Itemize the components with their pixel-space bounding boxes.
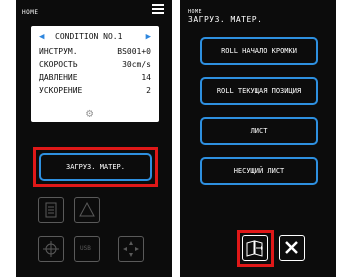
left-screen: HOME ◀ CONDITION NO.1 ▶ ИНСТРУМ. BS001+0… (16, 0, 172, 277)
right-screen: HOME ЗАГРУЗ. МАТЕР. ROLL НАЧАЛО КРОМКИ R… (180, 0, 336, 277)
move-arrows-icon[interactable] (118, 236, 144, 262)
origin-icon[interactable] (38, 236, 64, 262)
manual-book-icon[interactable] (242, 235, 268, 261)
roll-current-position-button[interactable]: ROLL ТЕКУЩАЯ ПОЗИЦИЯ (200, 77, 318, 105)
sheet-button[interactable]: ЛИСТ (200, 117, 318, 145)
condition-selector: ◀ CONDITION NO.1 ▶ (31, 30, 159, 44)
usb-label: USB (80, 245, 91, 252)
file-icon[interactable] (38, 197, 64, 223)
condition-row: УСКОРЕНИЕ 2 (39, 86, 151, 95)
gear-icon[interactable]: ⚙ (86, 106, 93, 120)
home-status: HOME (22, 9, 39, 16)
condition-label: CONDITION NO.1 (55, 32, 123, 41)
condition-row: ДАВЛЕНИЕ 14 (39, 73, 151, 82)
condition-row: СКОРОСТЬ 30cm/s (39, 60, 151, 69)
page-title: ЗАГРУЗ. МАТЕР. (188, 15, 263, 24)
condition-row: ИНСТРУМ. BS001+0 (39, 47, 151, 56)
usb-icon[interactable]: USB (74, 236, 100, 262)
next-arrow-icon[interactable]: ▶ (146, 32, 151, 42)
menu-icon[interactable] (152, 4, 164, 14)
carrier-sheet-button[interactable]: НЕСУЩИЙ ЛИСТ (200, 157, 318, 185)
close-icon[interactable] (279, 235, 305, 261)
condition-panel: ◀ CONDITION NO.1 ▶ ИНСТРУМ. BS001+0 СКОР… (31, 26, 159, 122)
prev-arrow-icon[interactable]: ◀ (39, 32, 44, 42)
triangle-icon[interactable] (74, 197, 100, 223)
load-media-button[interactable]: ЗАГРУЗ. МАТЕР. (39, 153, 152, 181)
roll-edge-button[interactable]: ROLL НАЧАЛО КРОМКИ (200, 37, 318, 65)
